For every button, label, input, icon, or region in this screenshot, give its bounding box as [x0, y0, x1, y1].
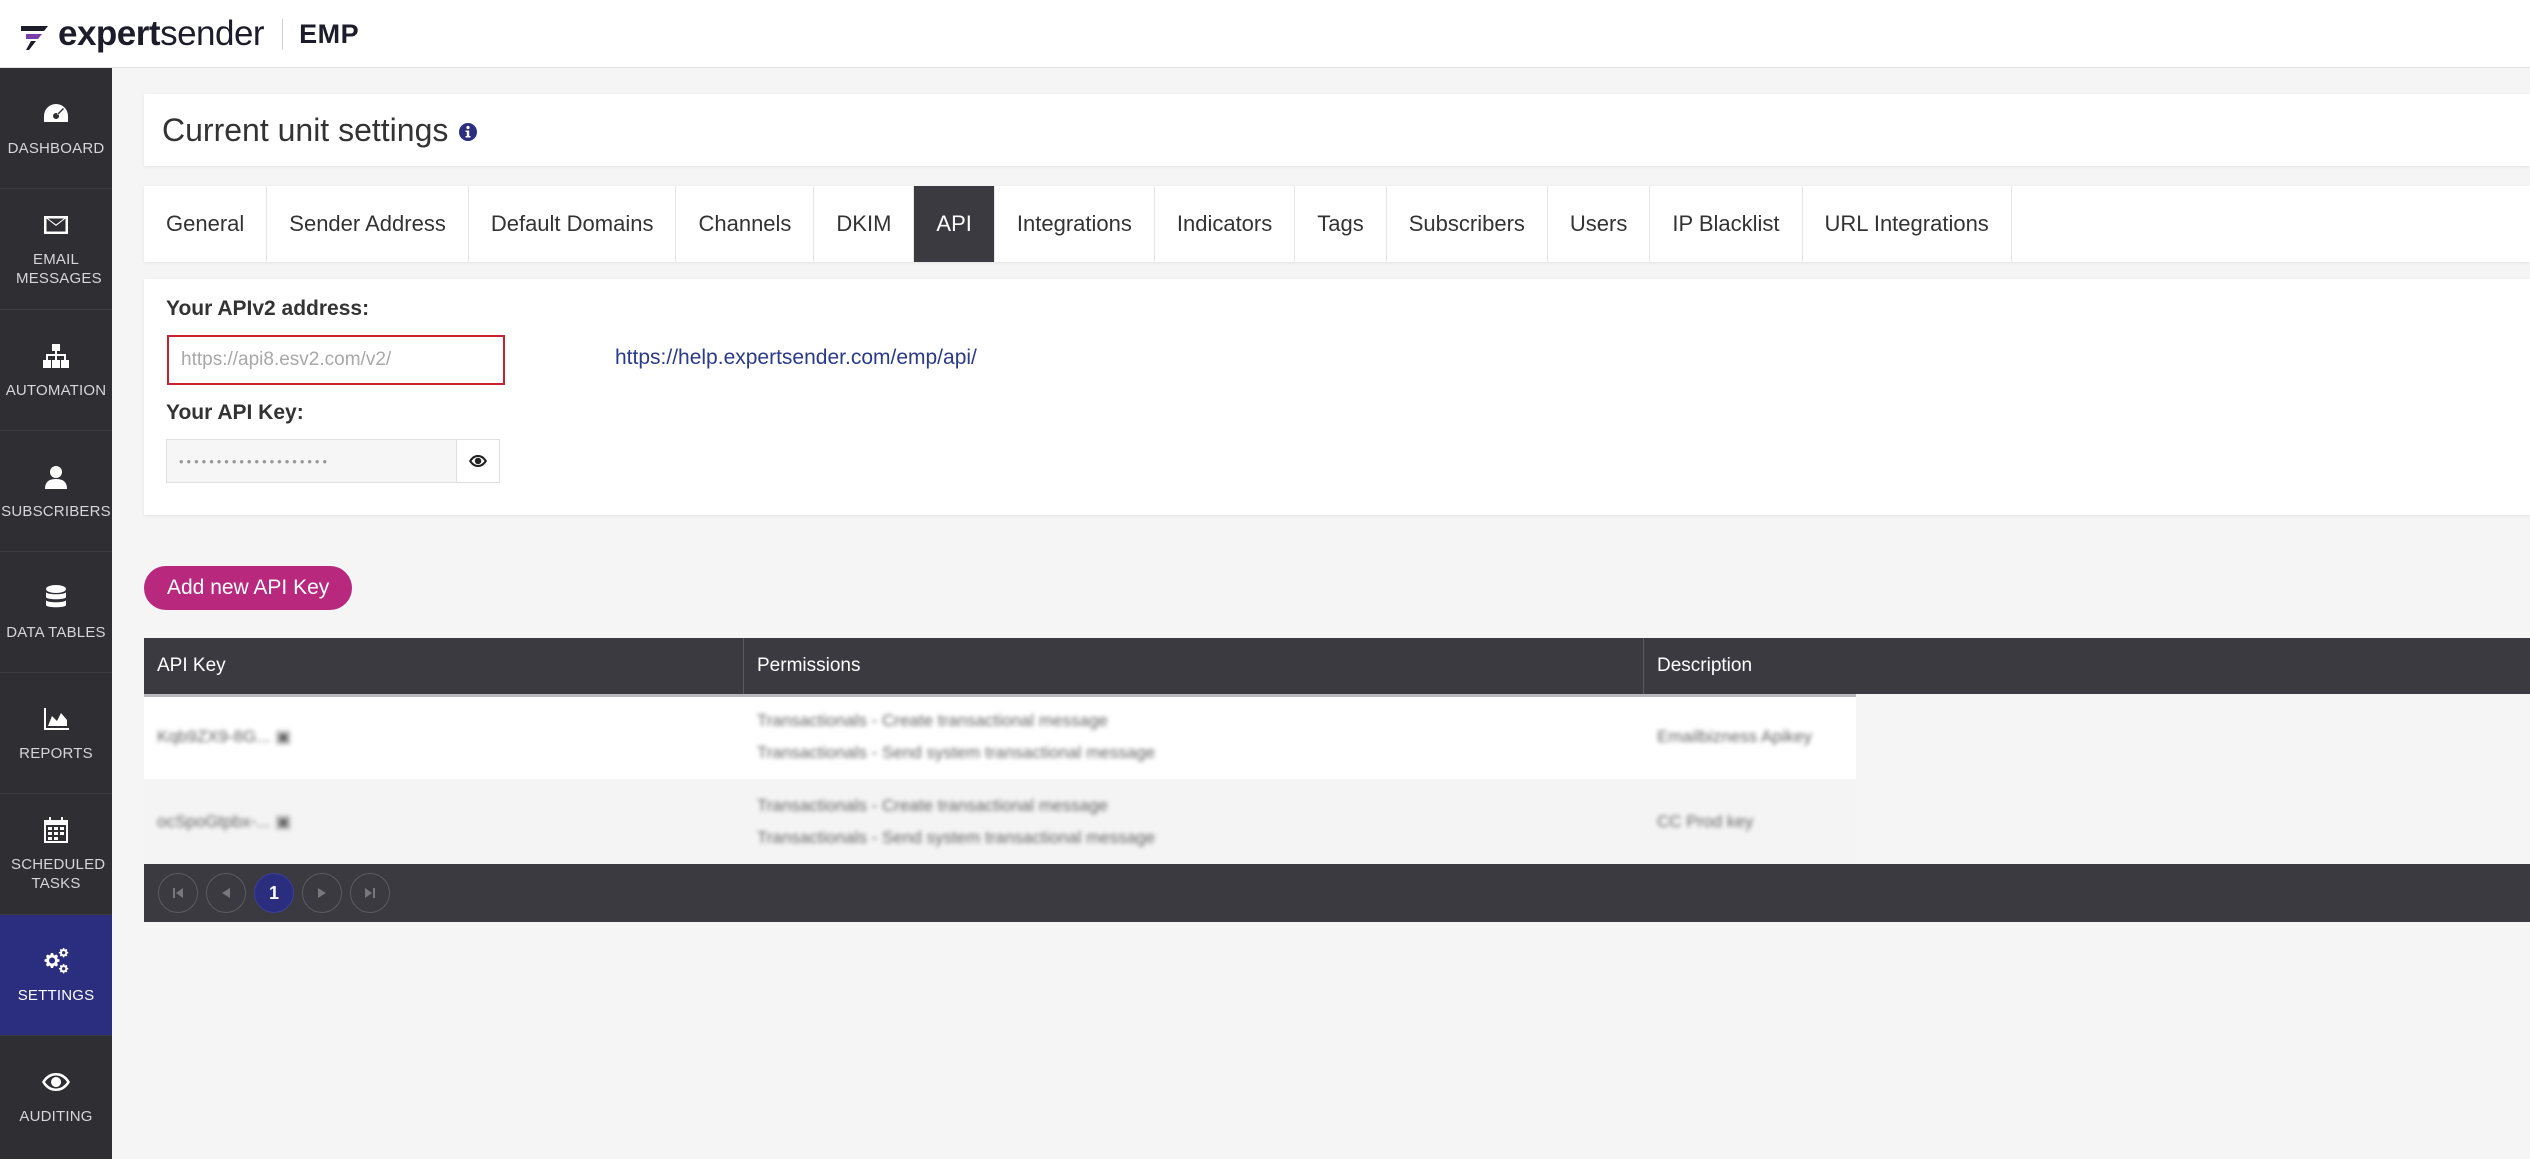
sidebar-item-label: AUTOMATION: [5, 381, 107, 399]
api-help-link[interactable]: https://help.expertsender.com/emp/api/: [615, 346, 977, 370]
user-icon: [45, 465, 67, 489]
prev-page-button[interactable]: [206, 873, 246, 913]
next-page-icon: [318, 888, 326, 898]
logo[interactable]: expertsender EMP: [18, 12, 359, 56]
eye-icon: [469, 455, 487, 467]
permission-item: Transactionals - Create transactional me…: [757, 710, 1108, 730]
sidebar: DASHBOARD EMAIL MESSAGES AUTOMATION SUBS…: [0, 68, 112, 1159]
api-key-field: ••••••••••••••••••••: [166, 439, 500, 483]
sidebar-item-auditing[interactable]: AUDITING: [0, 1036, 112, 1157]
sidebar-item-label: DASHBOARD: [7, 139, 105, 157]
sidebar-item-dashboard[interactable]: DASHBOARD: [0, 68, 112, 189]
database-icon: [46, 584, 66, 607]
tab-subscribers[interactable]: Subscribers: [1387, 186, 1548, 262]
info-icon[interactable]: [458, 122, 478, 142]
tab-users[interactable]: Users: [1548, 186, 1651, 262]
app-name: EMP: [299, 18, 360, 49]
api-key-masked: ••••••••••••••••••••: [179, 453, 331, 469]
sidebar-item-automation[interactable]: AUTOMATION: [0, 310, 112, 431]
table-row[interactable]: ocSpoGtpbx-... ▣ Transactionals - Create…: [144, 779, 2530, 864]
pagination: 1: [144, 864, 2530, 922]
prev-page-icon: [222, 888, 230, 898]
page-number-current[interactable]: 1: [254, 873, 294, 913]
api-settings-card: Your APIv2 address: https://help.experts…: [144, 279, 2530, 515]
area-chart-icon: [44, 707, 69, 730]
header-divider: [144, 694, 1856, 697]
permission-item: Transactionals - Send system transaction…: [757, 827, 1156, 847]
cell-permissions: Transactionals - Create transactional me…: [744, 779, 1644, 864]
api-address-label: Your APIv2 address:: [166, 297, 370, 320]
show-key-button[interactable]: [456, 440, 499, 482]
api-key-value: ocSpoGtpbx-... ▣: [157, 811, 292, 831]
first-page-button[interactable]: [158, 873, 198, 913]
tab-integrations[interactable]: Integrations: [995, 186, 1155, 262]
api-key-value: Kqb9ZX9-8G... ▣: [157, 726, 292, 746]
table-header: API Key Permissions Description: [144, 638, 2530, 694]
cell-description: CC Prod key: [1644, 779, 1856, 864]
sidebar-item-scheduled-tasks[interactable]: SCHEDULED TASKS: [0, 794, 112, 915]
add-api-key-button[interactable]: Add new API Key: [144, 566, 353, 610]
tab-indicators[interactable]: Indicators: [1155, 186, 1296, 262]
sidebar-item-label: SUBSCRIBERS: [1, 502, 111, 520]
tab-tags[interactable]: Tags: [1295, 186, 1387, 262]
expertsender-logo-icon: [21, 26, 48, 50]
api-keys-table: API Key Permissions Description Kqb9ZX9-…: [144, 638, 2530, 922]
top-header: expertsender EMP: [0, 0, 2530, 68]
tab-sender-address[interactable]: Sender Address: [267, 186, 469, 262]
tab-ip-blacklist[interactable]: IP Blacklist: [1650, 186, 1803, 262]
sidebar-item-label: EMAIL MESSAGES: [16, 251, 102, 287]
cell-permissions: Transactionals - Create transactional me…: [744, 694, 1644, 779]
cell-description: Emailbizness Apikey: [1644, 694, 1856, 779]
sidebar-item-label: DATA TABLES: [6, 623, 106, 641]
last-page-icon: [365, 888, 375, 898]
eye-icon: [42, 1073, 70, 1091]
next-page-button[interactable]: [302, 873, 342, 913]
sidebar-item-label: REPORTS: [19, 744, 93, 762]
column-header-api-key[interactable]: API Key: [144, 638, 744, 694]
tab-dkim[interactable]: DKIM: [814, 186, 915, 262]
permission-item: Transactionals - Create transactional me…: [757, 795, 1108, 815]
sidebar-item-subscribers[interactable]: SUBSCRIBERS: [0, 431, 112, 552]
dashboard-icon: [44, 103, 68, 122]
description-value: Emailbizness Apikey: [1657, 726, 1812, 746]
settings-tabs: General Sender Address Default Domains C…: [144, 186, 2530, 262]
row-filler: [1856, 694, 2530, 779]
gears-icon: [44, 947, 69, 973]
table-row[interactable]: Kqb9ZX9-8G... ▣ Transactionals - Create …: [144, 694, 2530, 779]
logo-divider: [282, 19, 284, 49]
api-key-label: Your API Key:: [166, 401, 304, 424]
description-value: CC Prod key: [1657, 811, 1754, 831]
permission-item: Transactionals - Send system transaction…: [757, 742, 1156, 762]
cell-api-key: Kqb9ZX9-8G... ▣: [144, 694, 744, 779]
sidebar-item-reports[interactable]: REPORTS: [0, 673, 112, 794]
tab-url-integrations[interactable]: URL Integrations: [1803, 186, 2012, 262]
sidebar-item-label: AUDITING: [19, 1108, 93, 1125]
sidebar-item-data-tables[interactable]: DATA TABLES: [0, 552, 112, 673]
calendar-icon: [44, 817, 68, 843]
last-page-button[interactable]: [350, 873, 390, 913]
cell-api-key: ocSpoGtpbx-... ▣: [144, 779, 744, 864]
row-filler: [1856, 779, 2530, 864]
tab-channels[interactable]: Channels: [676, 186, 815, 262]
sidebar-item-email-messages[interactable]: EMAIL MESSAGES: [0, 189, 112, 310]
logo-text: expertsender: [58, 14, 265, 53]
sidebar-item-settings[interactable]: SETTINGS: [0, 915, 112, 1036]
column-header-description[interactable]: Description: [1644, 638, 2530, 694]
sidebar-item-label: SCHEDULED TASKS: [11, 856, 106, 892]
sidebar-item-label: SETTINGS: [17, 986, 95, 1004]
api-address-input[interactable]: [167, 335, 505, 385]
tab-default-domains[interactable]: Default Domains: [469, 186, 677, 262]
page-title: Current unit settings: [162, 111, 449, 148]
tab-general[interactable]: General: [144, 186, 268, 262]
tab-api[interactable]: API: [914, 186, 995, 262]
sitemap-icon: [43, 343, 69, 368]
page-title-card: Current unit settings: [144, 94, 2530, 166]
column-header-permissions[interactable]: Permissions: [744, 638, 1644, 694]
first-page-icon: [173, 888, 183, 898]
envelope-icon: [44, 216, 68, 234]
